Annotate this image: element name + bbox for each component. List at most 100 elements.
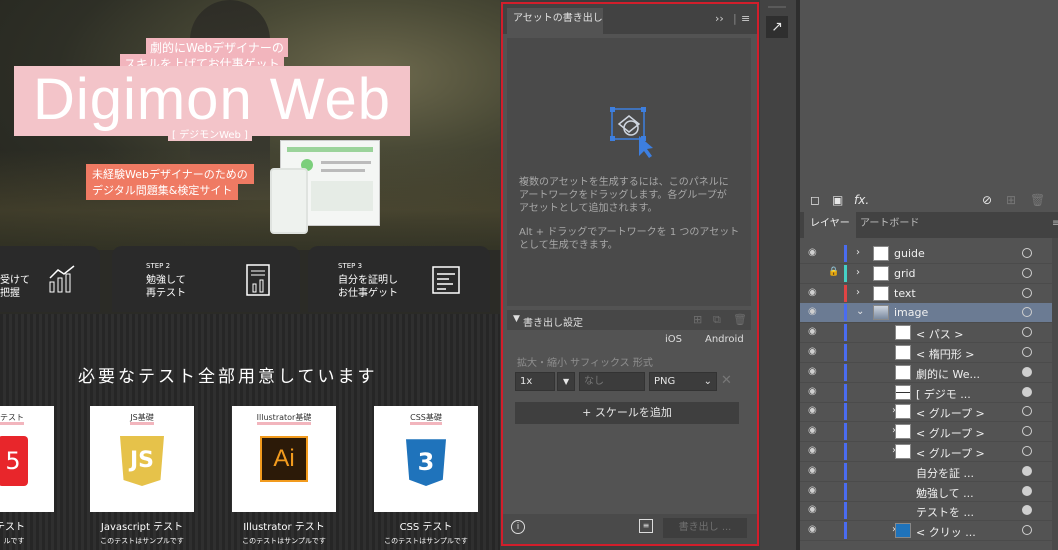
disclosure-chevron-icon[interactable]: ⌄	[856, 306, 864, 317]
layer-name[interactable]: < クリッ ...	[916, 524, 976, 540]
visibility-eye-icon[interactable]: ◉	[808, 346, 817, 357]
layer-row[interactable]: ◉ › < クリッ ...	[800, 521, 1052, 542]
visibility-eye-icon[interactable]: ◉	[808, 465, 817, 476]
scale-dropdown-icon[interactable]: ▼	[557, 372, 575, 391]
visibility-eye-icon[interactable]: ◉	[808, 287, 817, 298]
layers-scrollbar[interactable]	[1052, 238, 1058, 550]
info-icon[interactable]: i	[511, 520, 525, 534]
dock-grip[interactable]	[768, 6, 786, 8]
target-circle-icon[interactable]	[1022, 366, 1032, 377]
layer-name[interactable]: < パス >	[916, 326, 963, 342]
target-circle-icon[interactable]	[1022, 406, 1032, 417]
target-circle-icon[interactable]	[1022, 465, 1032, 476]
visibility-eye-icon[interactable]: ◉	[808, 445, 817, 456]
artboard-canvas[interactable]: 劇的にWebデザイナーの スキルを上げてお仕事ゲット Digimon Web […	[0, 0, 500, 550]
asset-drop-zone[interactable]: 複数のアセットを生成するには、このパネルに アートワークをドラッグします。各グル…	[507, 38, 751, 306]
ios-preset[interactable]: iOS	[665, 334, 682, 345]
target-circle-icon[interactable]	[1022, 525, 1032, 536]
tab-artboards[interactable]: アートボード	[854, 212, 925, 238]
layer-name[interactable]: 勉強して ...	[916, 485, 974, 501]
layer-name[interactable]: 自分を証 ...	[916, 465, 974, 481]
layer-row[interactable]: ◉ < 楕円形 >	[800, 343, 1052, 363]
visibility-eye-icon[interactable]: ◉	[808, 405, 817, 416]
disclosure-chevron-icon[interactable]: ›	[856, 267, 860, 278]
layer-row[interactable]: ◉ › text	[800, 284, 1052, 304]
visibility-eye-icon[interactable]: ◉	[808, 524, 817, 535]
square-filled-icon[interactable]: ▣	[832, 193, 843, 207]
layer-row[interactable]: ◉ 劇的に We...	[800, 363, 1052, 383]
clear-appearance-icon[interactable]: ⊘	[982, 193, 992, 207]
tab-layers[interactable]: レイヤー	[804, 212, 856, 238]
layer-row[interactable]: ◉ 自分を証 ...	[800, 462, 1052, 482]
layer-name[interactable]: text	[894, 287, 916, 300]
disclosure-chevron-icon[interactable]: ›	[856, 287, 860, 298]
target-circle-icon[interactable]	[1022, 446, 1032, 456]
layer-name[interactable]: image	[894, 306, 928, 319]
layer-row[interactable]: ◉ テストを ...	[800, 501, 1052, 522]
visibility-eye-icon[interactable]: ◉	[808, 386, 817, 397]
target-circle-icon[interactable]	[1022, 307, 1032, 318]
visibility-eye-icon[interactable]: ◉	[808, 366, 817, 377]
trash-icon[interactable]: 🗑	[733, 313, 747, 326]
visibility-eye-icon[interactable]: ◉	[808, 247, 817, 258]
collapse-panel-icon[interactable]: ››	[715, 12, 724, 25]
layer-row[interactable]: ◉ › guide	[800, 244, 1052, 264]
format-select[interactable]: PNG ⌄	[649, 372, 717, 391]
layer-name[interactable]: < グループ >	[916, 405, 985, 421]
target-circle-icon[interactable]	[1022, 386, 1032, 397]
square-icon[interactable]: ◻	[810, 193, 820, 207]
layer-name[interactable]: < 楕円形 >	[916, 346, 974, 362]
panel-menu-icon[interactable]: ≡	[741, 12, 750, 25]
layer-thumbnail	[895, 384, 911, 400]
expand-panel-icon[interactable]: ↗	[766, 16, 788, 38]
trash-icon[interactable]: 🗑	[1030, 193, 1045, 207]
target-circle-icon[interactable]	[1022, 347, 1032, 357]
layer-name[interactable]: grid	[894, 267, 916, 280]
layer-row[interactable]: ◉ › < グループ >	[800, 402, 1052, 423]
visibility-eye-icon[interactable]: ◉	[808, 485, 817, 496]
target-circle-icon[interactable]	[1022, 248, 1032, 258]
target-circle-icon[interactable]	[1022, 505, 1032, 516]
layer-row[interactable]: ◉ 勉強して ...	[800, 482, 1052, 502]
remove-scale-icon[interactable]: ✕	[721, 373, 732, 388]
js-logo-icon: JS	[120, 436, 164, 486]
layer-name[interactable]: guide	[894, 247, 925, 260]
android-preset[interactable]: Android	[705, 334, 744, 345]
fx-icon[interactable]: fx.	[854, 193, 869, 207]
lock-icon[interactable]: 🔒	[828, 267, 839, 277]
scale-field[interactable]: 1x	[515, 372, 555, 391]
panel-menu-icon[interactable]: ≡	[1046, 212, 1058, 238]
add-scale-button[interactable]: + スケールを追加	[515, 402, 739, 424]
layer-color-bar	[844, 383, 847, 401]
export-button[interactable]: 書き出し ...	[663, 518, 747, 538]
layer-name[interactable]: テストを ...	[916, 504, 974, 520]
visibility-eye-icon[interactable]: ◉	[808, 504, 817, 515]
duplicate-icon[interactable]: ⧉	[713, 313, 721, 327]
duplicate-item-icon[interactable]: ⊞	[1006, 193, 1016, 207]
layer-row[interactable]: ◉ ⌄ image	[800, 303, 1052, 324]
layer-name[interactable]: < グループ >	[916, 425, 985, 441]
layer-row[interactable]: ◉ [ デジモ ...	[800, 383, 1052, 403]
target-circle-icon[interactable]	[1022, 327, 1032, 338]
target-circle-icon[interactable]	[1022, 267, 1032, 278]
disclosure-chevron-icon[interactable]: ›	[856, 247, 860, 258]
chevron-down-icon[interactable]: ▼	[513, 314, 520, 324]
visibility-eye-icon[interactable]: ◉	[808, 425, 817, 436]
visibility-eye-icon[interactable]: ◉	[808, 326, 817, 337]
target-circle-icon[interactable]	[1022, 287, 1032, 298]
tab-asset-export[interactable]: アセットの書き出し	[507, 8, 603, 34]
export-settings-header[interactable]: ▼ 書き出し設定 ⊞ ⧉ 🗑	[507, 310, 751, 330]
launch-settings-icon[interactable]: ≡	[639, 519, 653, 533]
visibility-eye-icon[interactable]: ◉	[808, 306, 817, 317]
suffix-input[interactable]: なし	[579, 372, 645, 391]
layer-row[interactable]: 🔒 › grid	[800, 264, 1052, 284]
add-icon[interactable]: ⊞	[693, 313, 702, 326]
target-circle-icon[interactable]	[1022, 485, 1032, 496]
target-circle-icon[interactable]	[1022, 426, 1032, 437]
layer-name[interactable]: < グループ >	[916, 445, 985, 461]
layer-row[interactable]: ◉ › < グループ >	[800, 442, 1052, 462]
layer-row[interactable]: ◉ › < グループ >	[800, 422, 1052, 443]
layer-name[interactable]: 劇的に We...	[916, 366, 980, 382]
layer-row[interactable]: ◉ < パス >	[800, 323, 1052, 344]
layer-name[interactable]: [ デジモ ...	[916, 386, 971, 402]
